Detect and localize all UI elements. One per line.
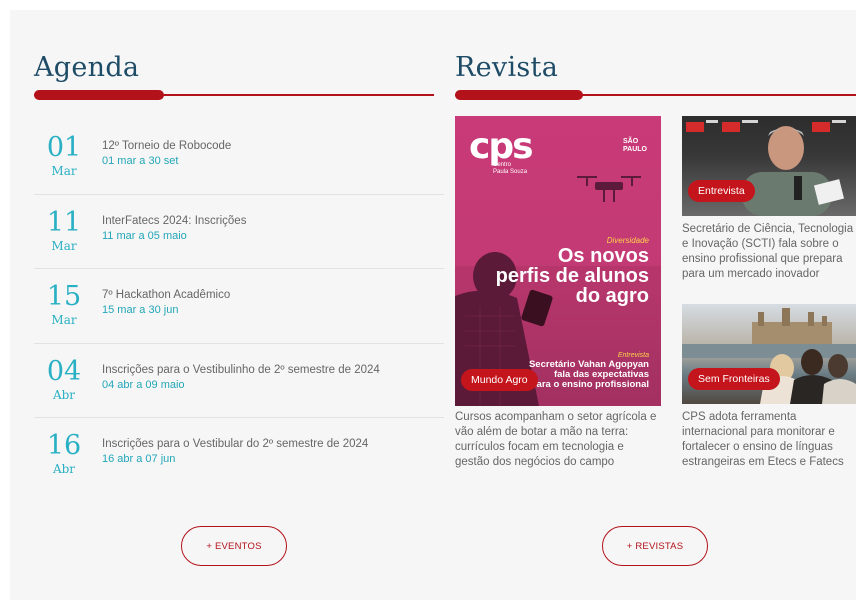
event-month: Mar <box>51 164 77 178</box>
article-card[interactable]: Entrevista Secretário de Ciência, Tecnol… <box>682 116 856 296</box>
more-events-button[interactable]: + EVENTOS <box>181 526 287 566</box>
sp-line: PAULO <box>623 146 647 153</box>
agenda-heading: Agenda <box>34 52 140 83</box>
revista-heading: Revista <box>455 52 559 83</box>
logo-sub-line: Centro <box>493 162 512 168</box>
event-day: 01 <box>46 132 82 163</box>
content-panel: Agenda 01 Mar 12º Torneio de Robocode 01… <box>10 10 856 600</box>
event-dates: 16 abr a 07 jun <box>102 453 176 465</box>
event-day: 15 <box>46 281 82 312</box>
event-title[interactable]: Inscrições para o Vestibulinho de 2º sem… <box>102 364 380 376</box>
article-photo[interactable]: Entrevista <box>682 116 856 216</box>
event-title[interactable]: InterFatecs 2024: Inscrições <box>102 215 246 227</box>
agenda-item[interactable]: 16 Abr Inscrições para o Vestibular do 2… <box>34 418 444 493</box>
headline-line: do agro <box>575 285 649 307</box>
event-dates: 11 mar a 05 maio <box>102 229 187 242</box>
cover-headline: Os novos perfis de alunos do agro <box>496 246 649 306</box>
event-dates: 01 mar a 30 set <box>102 155 179 167</box>
more-magazines-button[interactable]: + REVISTAS <box>602 526 708 566</box>
event-month: Abr <box>52 387 76 402</box>
headline-line: Os novos <box>557 245 649 267</box>
category-tag[interactable]: Mundo Agro <box>461 369 538 391</box>
cover-subhead: Secretário Vahan Agopyan fala das expect… <box>529 360 649 390</box>
event-title[interactable]: Inscrições para o Vestibular do 2º semes… <box>102 438 368 450</box>
headline-line: perfis de alunos <box>495 265 649 287</box>
article-caption[interactable]: Secretário de Ciência, Tecnologia e Inov… <box>682 222 856 282</box>
subhead-line: para o ensino profissional <box>530 379 649 390</box>
agenda-item[interactable]: 15 Mar 7º Hackathon Acadêmico 15 mar a 3… <box>34 269 444 344</box>
event-month: Mar <box>51 313 77 327</box>
logo-sub-line: Paula Souza <box>493 169 528 175</box>
article-photo[interactable]: Sem Fronteiras <box>682 304 856 404</box>
event-title[interactable]: 7º Hackathon Acadêmico <box>102 289 230 301</box>
agenda-item[interactable]: 04 Abr Inscrições para o Vestibulinho de… <box>34 344 444 418</box>
cover-interview-label: Entrevista <box>617 352 649 359</box>
agenda-item[interactable]: 11 Mar InterFatecs 2024: Inscrições 11 m… <box>34 195 444 269</box>
magazine-cover-image[interactable]: cps Centro Paula Souza SÃO PAULO Diversida… <box>455 116 661 406</box>
sao-paulo-logo: SÃO PAULO <box>623 138 647 154</box>
article-caption[interactable]: Cursos acompanham o setor agrícola e vão… <box>455 410 661 470</box>
magazine-cover-card[interactable]: cps Centro Paula Souza SÃO PAULO Diversida… <box>455 116 661 476</box>
category-tag[interactable]: Sem Fronteiras <box>688 368 780 390</box>
article-caption[interactable]: CPS adota ferramenta internacional para … <box>682 410 856 470</box>
cps-logo-subtitle: Centro Paula Souza <box>493 162 527 176</box>
event-month: Mar <box>51 238 77 253</box>
article-card[interactable]: Sem Fronteiras CPS adota ferramenta inte… <box>682 304 856 484</box>
sp-line: SÃO <box>623 138 639 145</box>
event-month: Abr <box>52 462 76 476</box>
category-tag[interactable]: Entrevista <box>688 180 755 202</box>
event-dates: 04 abr a 09 maio <box>102 378 185 391</box>
cover-section-label: Diversidade <box>606 236 649 245</box>
event-title[interactable]: 12º Torneio de Robocode <box>102 140 231 152</box>
revista-rule-accent <box>455 90 583 100</box>
agenda-item[interactable]: 01 Mar 12º Torneio de Robocode 01 mar a … <box>34 120 444 195</box>
agenda-list: 01 Mar 12º Torneio de Robocode 01 mar a … <box>34 120 444 493</box>
event-dates: 15 mar a 30 jun <box>102 304 179 316</box>
event-day: 16 <box>46 430 82 461</box>
event-day: 04 <box>46 355 82 387</box>
event-day: 11 <box>46 206 82 238</box>
agenda-rule-accent <box>34 90 164 100</box>
cps-logo: cps <box>469 126 534 167</box>
